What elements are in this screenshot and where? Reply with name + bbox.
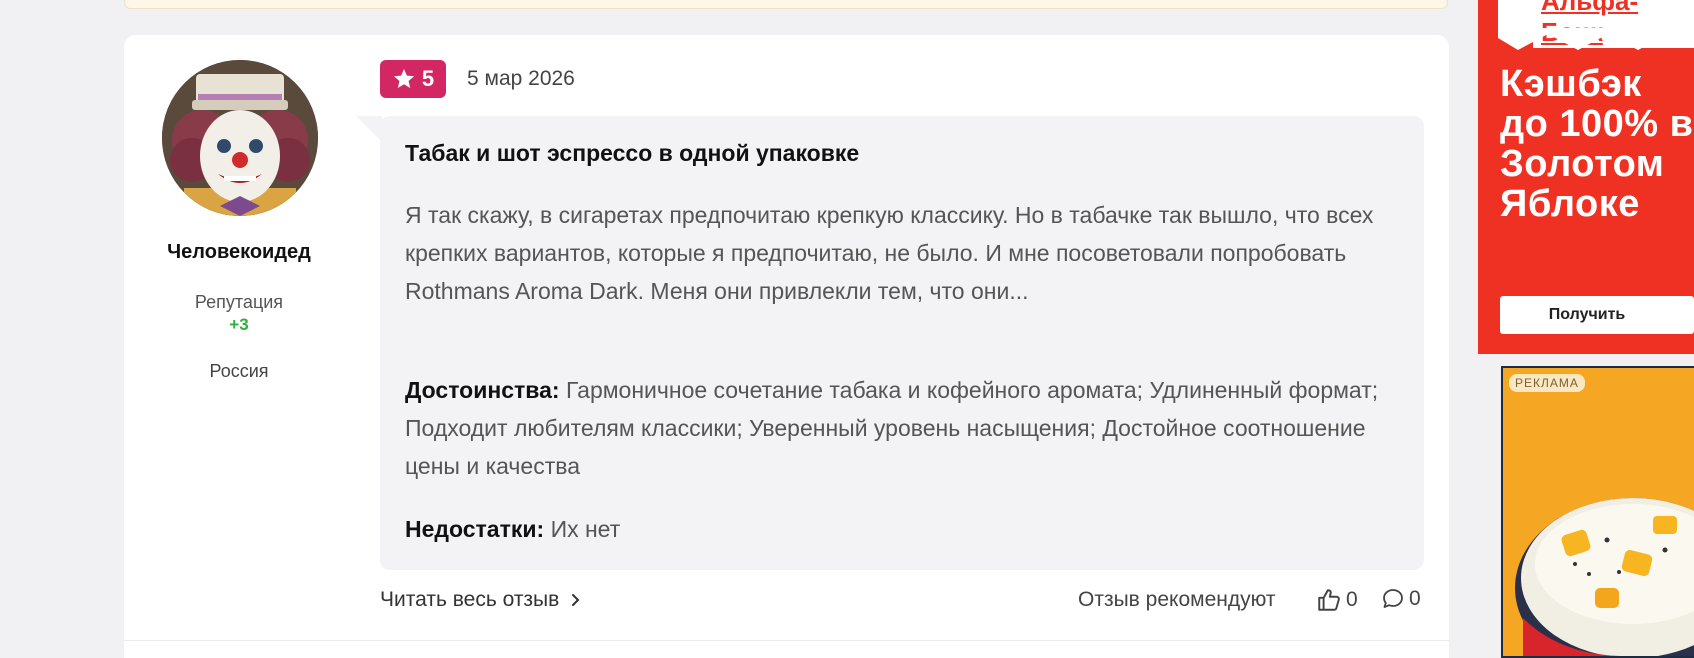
author-name[interactable]: Человекоидед [124, 241, 354, 264]
ad1-cta-button[interactable]: Получить [1500, 296, 1694, 334]
rating-value: 5 [421, 66, 435, 91]
pros-label: Достоинства: [405, 377, 560, 403]
ad-banner-alfa[interactable]: Альфа-Банк Кэшбэк до 100% в Золотом Ябло… [1478, 0, 1694, 354]
review-title[interactable]: Табак и шот эспрессо в одной упаковке [405, 140, 1385, 167]
comments-count: 0 [1409, 587, 1421, 610]
cons-text: Их нет [550, 516, 621, 542]
review-bubble [380, 116, 1424, 570]
cons-label: Недостатки: [405, 516, 545, 542]
thumbs-up-icon [1318, 589, 1340, 611]
review-pros: Достоинства: Гармоничное сочетание табак… [405, 371, 1405, 485]
bubble-tail [356, 116, 382, 142]
comment-icon [1383, 589, 1403, 608]
card-divider [124, 640, 1449, 641]
reputation-label: Репутация [194, 292, 284, 312]
ad-tag: РЕКЛАМА [1509, 374, 1585, 392]
reputation-value: +3 [229, 315, 249, 334]
read-more-link[interactable]: Читать весь отзыв [380, 588, 583, 612]
ad1-headline: Кэшбэк до 100% в Золотом Яблоке [1500, 63, 1694, 225]
avatar[interactable] [162, 60, 318, 216]
notice-bar [124, 0, 1448, 9]
recommend-label: Отзыв рекомендуют [1078, 588, 1276, 611]
chevron-right-icon [572, 594, 580, 606]
review-cons: Недостатки: Их нет [405, 510, 1405, 548]
comments-button[interactable]: 0 [1381, 587, 1421, 611]
likes-count: 0 [1346, 588, 1358, 611]
review-date: 5 мар 2026 [467, 67, 575, 90]
like-button[interactable]: 0 [1316, 587, 1358, 613]
author-country: Россия [209, 361, 269, 381]
ad-banner-food[interactable]: РЕКЛАМА [1501, 366, 1694, 658]
read-more-label: Читать весь отзыв [380, 588, 560, 611]
ad2-product-image [1515, 498, 1694, 656]
rating-badge: 5 [380, 60, 446, 98]
review-text: Я так скажу, в сигаретах предпочитаю кре… [405, 202, 1374, 304]
ad1-zigzag [1498, 28, 1694, 50]
star-icon [393, 69, 414, 88]
